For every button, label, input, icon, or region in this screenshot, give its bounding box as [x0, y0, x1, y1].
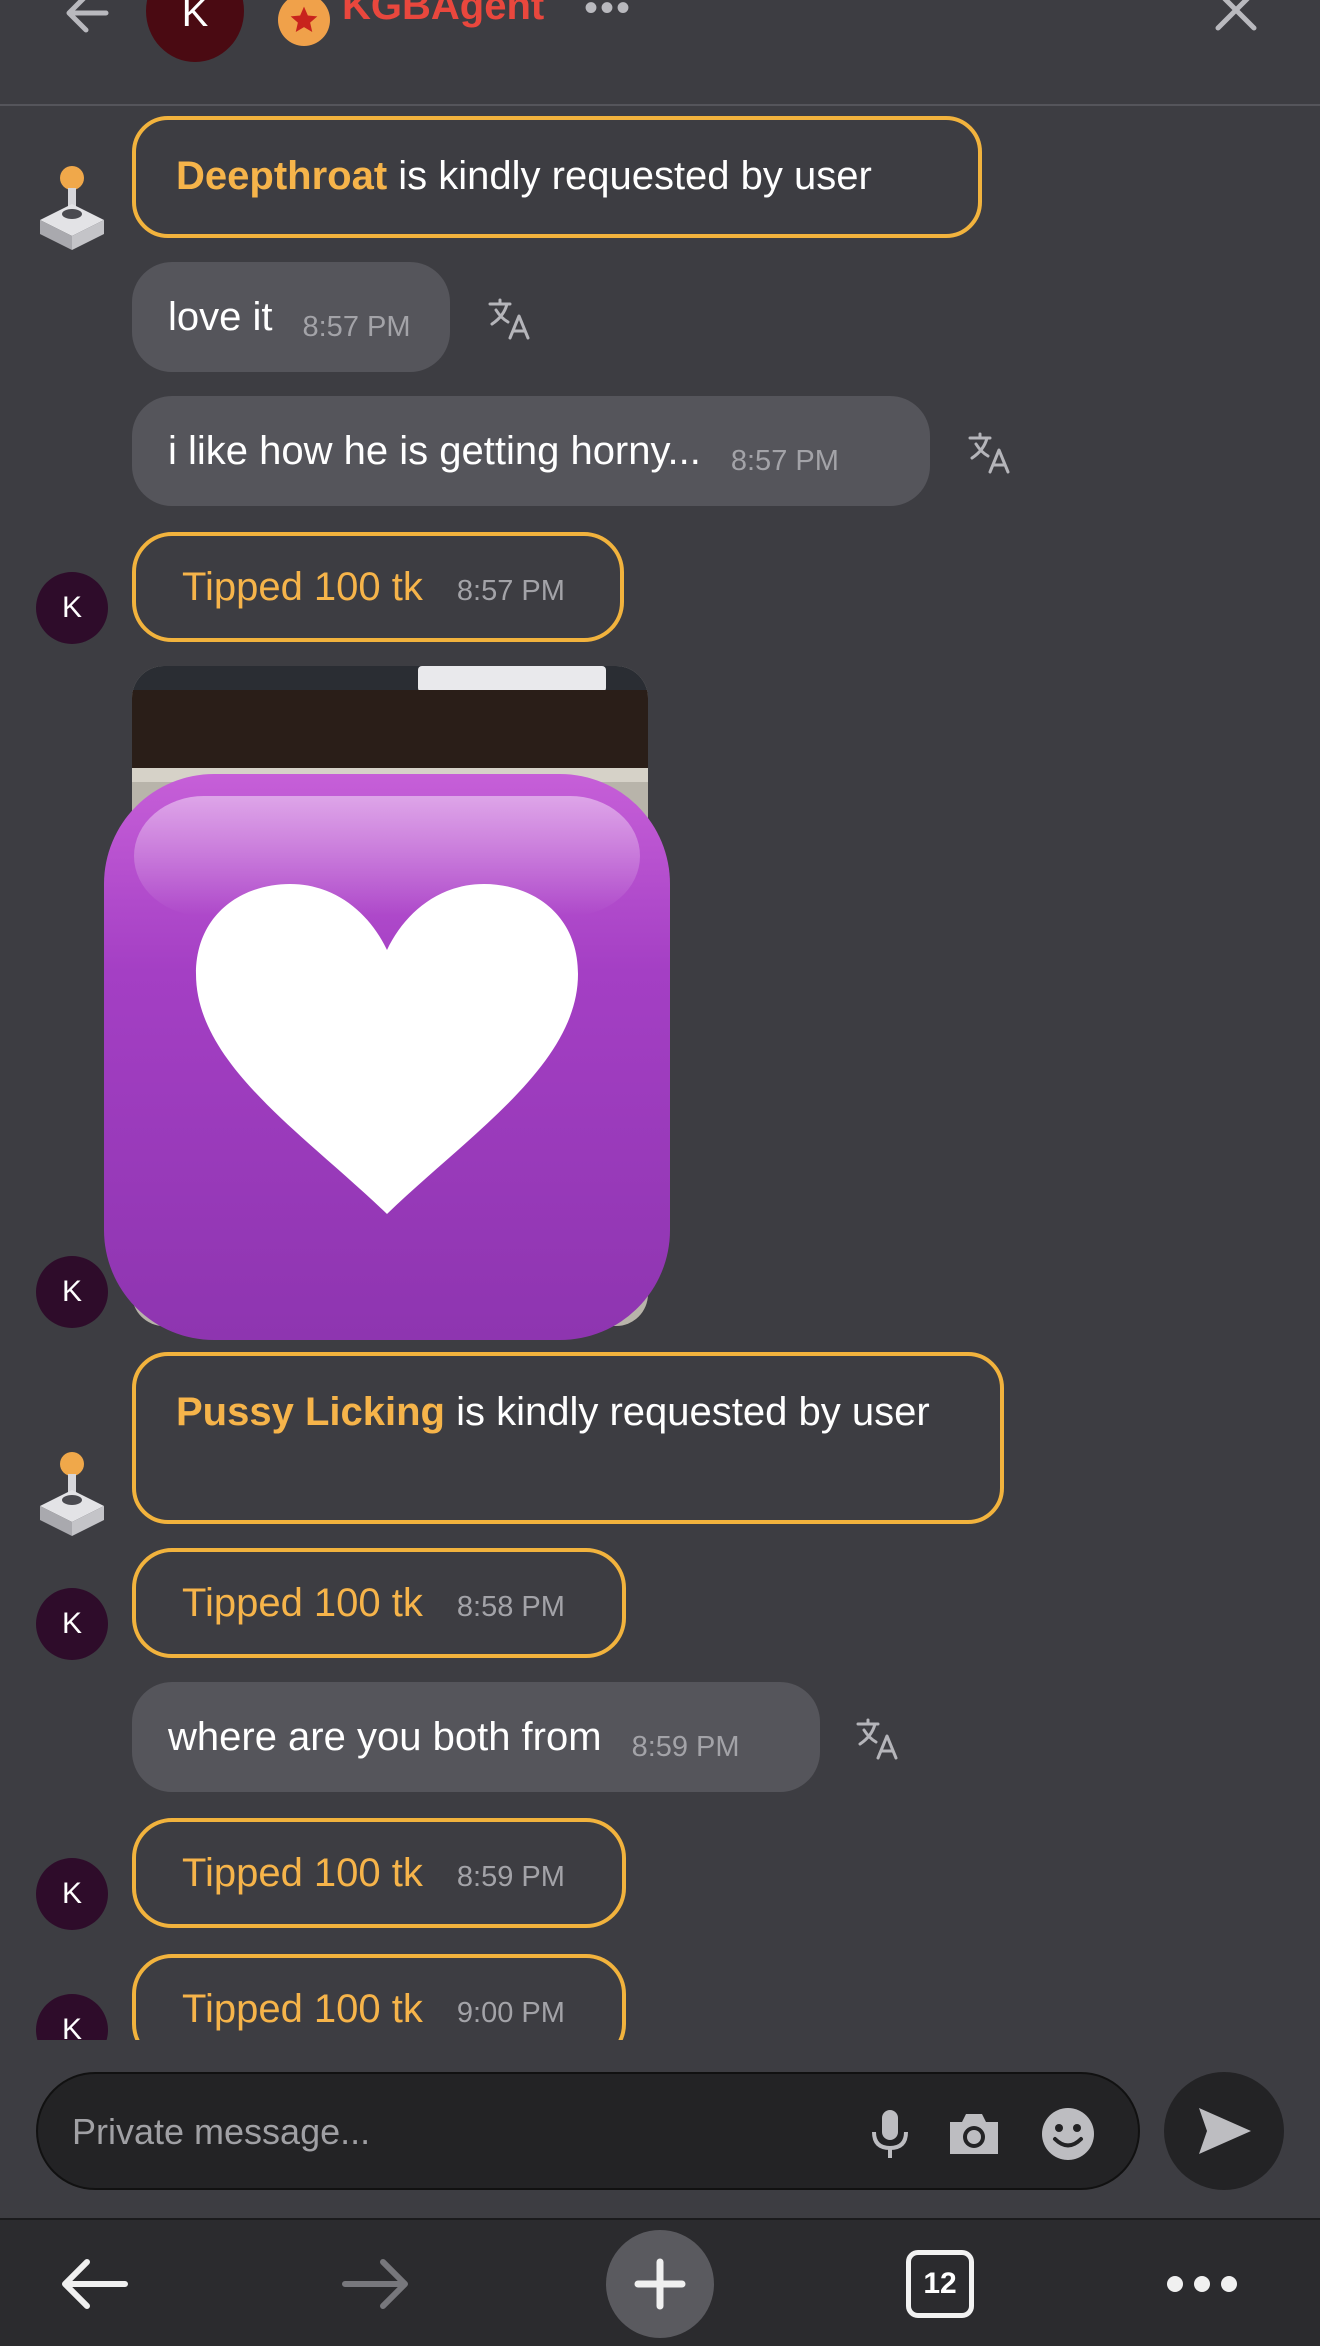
browser-toolbar: 12: [0, 2218, 1320, 2346]
message-time: 9:00 PM: [456, 1996, 565, 2029]
forward-arrow-icon: [342, 2259, 408, 2309]
request-highlight: Deepthroat: [176, 154, 388, 198]
message-text: i like how he is getting horny...: [168, 428, 701, 473]
tip-message: Tipped 100 tk 9:00 PM: [132, 1954, 626, 2040]
translate-icon[interactable]: [856, 1716, 900, 1760]
tabs-button[interactable]: 12: [890, 2234, 990, 2334]
tip-text: Tipped 100 tk: [182, 1850, 423, 1895]
message-list[interactable]: Deepthroat is kindly requested by user l…: [0, 108, 1320, 2040]
send-icon: [1199, 2108, 1251, 2154]
tip-text: Tipped 100 tk: [182, 564, 423, 609]
camera-icon[interactable]: [944, 2104, 1004, 2164]
close-icon[interactable]: [1204, 0, 1268, 42]
avatar-initial: K: [181, 0, 209, 35]
sender-avatar[interactable]: K: [36, 1994, 108, 2040]
user-avatar[interactable]: K: [146, 0, 244, 62]
message-time: 8:57 PM: [456, 574, 565, 607]
tip-text: Tipped 100 tk: [182, 1580, 423, 1625]
chat-username[interactable]: KGBAgent: [342, 0, 544, 29]
message-time: 8:57 PM: [730, 444, 839, 477]
chat-screen: K KGBAgent ••• Deepthroat is kindly requ…: [0, 0, 1320, 2346]
message-time: 8:58 PM: [456, 1590, 565, 1623]
photo-keyboard: [418, 666, 606, 692]
sender-avatar[interactable]: K: [36, 1858, 108, 1930]
tabs-icon: 12: [906, 2250, 974, 2318]
private-message-input[interactable]: [72, 2102, 832, 2162]
request-message: Deepthroat is kindly requested by user: [132, 116, 982, 238]
message-time: 8:59 PM: [631, 1730, 740, 1763]
back-arrow-icon[interactable]: [54, 0, 124, 48]
sender-avatar[interactable]: K: [36, 1588, 108, 1660]
request-text: is kindly requested by user: [387, 154, 872, 198]
send-button[interactable]: [1164, 2072, 1284, 2190]
tip-message: Tipped 100 tk 8:59 PM: [132, 1818, 626, 1928]
tip-message: Tipped 100 tk 8:58 PM: [132, 1548, 626, 1658]
browser-forward-button[interactable]: [326, 2234, 426, 2334]
chat-header: K KGBAgent •••: [0, 0, 1320, 106]
text-message[interactable]: love it 8:57 PM: [132, 262, 450, 372]
emoji-icon[interactable]: [1038, 2104, 1098, 2164]
message-time: 8:57 PM: [302, 310, 411, 343]
purple-heart-emoji-icon: [104, 774, 670, 1340]
photo-desk: [132, 690, 648, 768]
text-message[interactable]: where are you both from 8:59 PM: [132, 1682, 820, 1792]
sender-avatar[interactable]: K: [36, 1256, 108, 1328]
more-options-icon[interactable]: •••: [584, 0, 632, 31]
new-tab-plus-icon: [606, 2230, 714, 2338]
request-highlight: Pussy Licking: [176, 1390, 445, 1434]
request-message: Pussy Licking is kindly requested by use…: [132, 1352, 1004, 1524]
tip-message: Tipped 100 tk 8:57 PM: [132, 532, 624, 642]
browser-back-button[interactable]: [44, 2234, 144, 2334]
request-text: is kindly requested by user: [444, 1390, 930, 1434]
message-text: where are you both from: [168, 1714, 602, 1759]
star-badge-icon: [278, 0, 330, 46]
message-text: love it: [168, 294, 273, 339]
microphone-icon[interactable]: [860, 2104, 920, 2164]
browser-more-button[interactable]: [1152, 2234, 1252, 2334]
tip-text: Tipped 100 tk: [182, 1986, 423, 2031]
more-icon: [1167, 2276, 1237, 2292]
joystick-icon: [40, 166, 104, 250]
message-time: 8:59 PM: [456, 1860, 565, 1893]
message-composer: [36, 2072, 1140, 2190]
sender-avatar[interactable]: K: [36, 572, 108, 644]
translate-icon[interactable]: [968, 430, 1012, 474]
back-arrow-icon: [62, 2259, 128, 2309]
translate-icon[interactable]: [488, 296, 532, 340]
joystick-icon: [40, 1452, 104, 1536]
new-tab-button[interactable]: [606, 2230, 714, 2338]
text-message[interactable]: i like how he is getting horny... 8:57 P…: [132, 396, 930, 506]
